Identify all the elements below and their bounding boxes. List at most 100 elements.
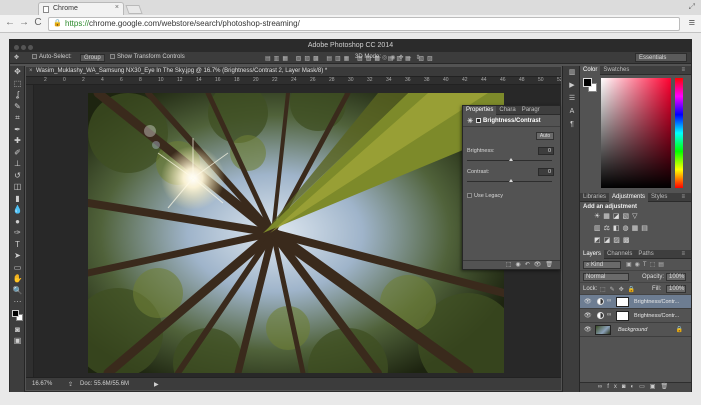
layer-mask-thumbnail[interactable] [616,297,629,307]
panel-menu-icon[interactable]: ≡ [678,66,688,75]
foreground-color[interactable] [12,309,19,317]
hue-slider[interactable] [675,78,683,188]
blend-mode-dropdown[interactable]: Normal [583,273,629,281]
path-select-tool-icon[interactable]: ➤ [10,250,25,262]
color-swatches[interactable] [10,308,25,324]
marquee-tool-icon[interactable]: ⬚ [10,78,25,90]
link-icon[interactable]: ∞ [607,298,611,304]
visibility-eye-icon[interactable]: 👁 [584,312,592,319]
hand-tool-icon[interactable]: ✋ [10,273,25,285]
visibility-eye-icon[interactable]: 👁 [584,298,592,305]
layers-footer-icons[interactable]: ∞fx◙◐▭▣🗑 [580,382,691,392]
actions-panel-icon[interactable]: ▶ [563,79,581,92]
tab-swatches[interactable]: Swatches [600,66,632,75]
gradient-tool-icon[interactable]: ▮ [10,193,25,205]
pen-tool-icon[interactable]: ✑ [10,227,25,239]
zoom-tool-icon[interactable]: 🔍 [10,285,25,297]
browser-tab[interactable]: Chrome × [38,2,124,15]
color-picker-field[interactable] [601,78,671,188]
foreground-swatch[interactable] [583,78,592,87]
tab-paragraph[interactable]: Paragr [519,106,543,115]
crop-tool-icon[interactable]: ⌗ [10,112,25,124]
mask-icon[interactable] [476,118,481,123]
fill-value[interactable]: 100% [666,285,686,293]
chrome-menu-icon[interactable]: ≡ [689,17,695,29]
tab-properties[interactable]: Properties [463,106,497,115]
status-arrow-icon[interactable]: ▶ [154,381,159,388]
workspace-dropdown[interactable]: Essentials [635,53,687,62]
brush-tool-icon[interactable]: ✐ [10,147,25,159]
filter-icons[interactable]: ▣◉T⬚▤ [626,261,667,268]
opacity-value[interactable]: 100% [666,273,686,281]
tab-layers[interactable]: Layers [580,250,605,259]
tab-channels[interactable]: Channels [604,250,635,259]
quick-select-tool-icon[interactable]: ✎ [10,101,25,113]
properties-footer-icons[interactable]: ⬚◉↶👁🗑 [463,260,560,269]
brightness-value[interactable]: 0 [538,147,554,155]
use-legacy-checkbox[interactable] [467,193,472,199]
history-panel-icon[interactable]: ▥ [563,66,581,79]
character-panel-icon[interactable]: A [563,105,581,118]
new-tab-button[interactable] [125,5,143,14]
tab-styles[interactable]: Styles [648,193,670,202]
clone-stamp-tool-icon[interactable]: ⊥ [10,158,25,170]
forward-button[interactable]: → [18,17,30,28]
lasso-tool-icon[interactable]: ʆ [10,89,25,101]
tab-character[interactable]: Chara [496,106,518,115]
more-tools-icon[interactable]: ··· [10,296,25,308]
ruler-tick-label: 38 [424,77,430,83]
lock-icon[interactable]: 🔒 [676,326,683,333]
layer-row[interactable]: 👁 ∞ Brightness/Contr... [580,295,691,309]
address-bar[interactable]: 🔒 https://chrome.google.com/webstore/sea… [48,17,680,31]
screen-mode-icon[interactable]: ▣ [10,335,25,347]
quick-mask-icon[interactable]: ◙ [10,324,25,336]
layer-filter-dropdown[interactable]: ⌕ Kind [583,261,621,269]
history-brush-tool-icon[interactable]: ↺ [10,170,25,182]
adjustment-icons-row-3[interactable]: ◩◪▨▩ [580,236,691,248]
eyedropper-tool-icon[interactable]: ✒ [10,124,25,136]
dodge-tool-icon[interactable]: ● [10,216,25,228]
layer-row[interactable]: 👁 ∞ Brightness/Contr... [580,309,691,323]
export-icon[interactable]: ⇪ [68,381,73,388]
document-tab[interactable]: × Wasim_Muklashy_WA_Samsung NX30_Eye In … [26,67,561,77]
reload-button[interactable]: C [32,17,44,28]
tab-adjustments[interactable]: Adjustments [609,193,649,202]
tab-color[interactable]: Color [580,66,601,75]
layer-row[interactable]: 👁 Background 🔒 [580,323,691,337]
tab-paths[interactable]: Paths [635,250,656,259]
zoom-level[interactable]: 16.67% [32,381,52,387]
properties-panel-icon[interactable]: ☰ [563,92,581,105]
paragraph-panel-icon[interactable]: ¶ [563,118,581,131]
tab-libraries[interactable]: Libraries [580,193,609,202]
contrast-label: Contrast: [467,169,490,175]
adjustment-icons-row-2[interactable]: ▥⚖◧◍▦▤ [580,224,691,236]
shape-tool-icon[interactable]: ▭ [10,262,25,274]
3d-mode-icons[interactable]: ◎◉✥⇔⇕ [382,54,424,61]
type-tool-icon[interactable]: T [10,239,25,251]
layer-mask-thumbnail[interactable] [616,311,629,321]
fullscreen-icon[interactable]: ⤢ [689,2,695,12]
back-button[interactable]: ← [4,17,16,28]
contrast-slider-handle[interactable] [509,179,513,182]
auto-select-checkbox[interactable] [32,54,37,59]
auto-select-dropdown[interactable]: Group [80,54,105,62]
blur-tool-icon[interactable]: 💧 [10,204,25,216]
eraser-tool-icon[interactable]: ◫ [10,181,25,193]
contrast-value[interactable]: 0 [538,168,554,176]
contrast-slider[interactable] [467,179,552,182]
show-transform-checkbox[interactable] [110,54,115,59]
close-tab-icon[interactable]: × [115,4,119,11]
move-tool-icon[interactable]: ✥ [14,54,19,61]
auto-button[interactable]: Auto [536,132,554,140]
link-icon[interactable]: ∞ [607,312,611,318]
adjustment-icons-row-1[interactable]: ☀▦◪▧▽ [580,212,691,224]
brightness-slider-handle[interactable] [509,158,513,161]
close-document-icon[interactable]: × [29,68,33,74]
move-tool-icon[interactable]: ✥ [10,66,25,78]
lock-icons[interactable]: ⬚✎✥🔒 [600,286,639,293]
panel-menu-icon[interactable]: ≡ [678,250,688,259]
brightness-slider[interactable] [467,158,552,161]
healing-brush-tool-icon[interactable]: ✚ [10,135,25,147]
visibility-eye-icon[interactable]: 👁 [584,326,592,333]
panel-menu-icon[interactable]: ≡ [678,193,688,202]
